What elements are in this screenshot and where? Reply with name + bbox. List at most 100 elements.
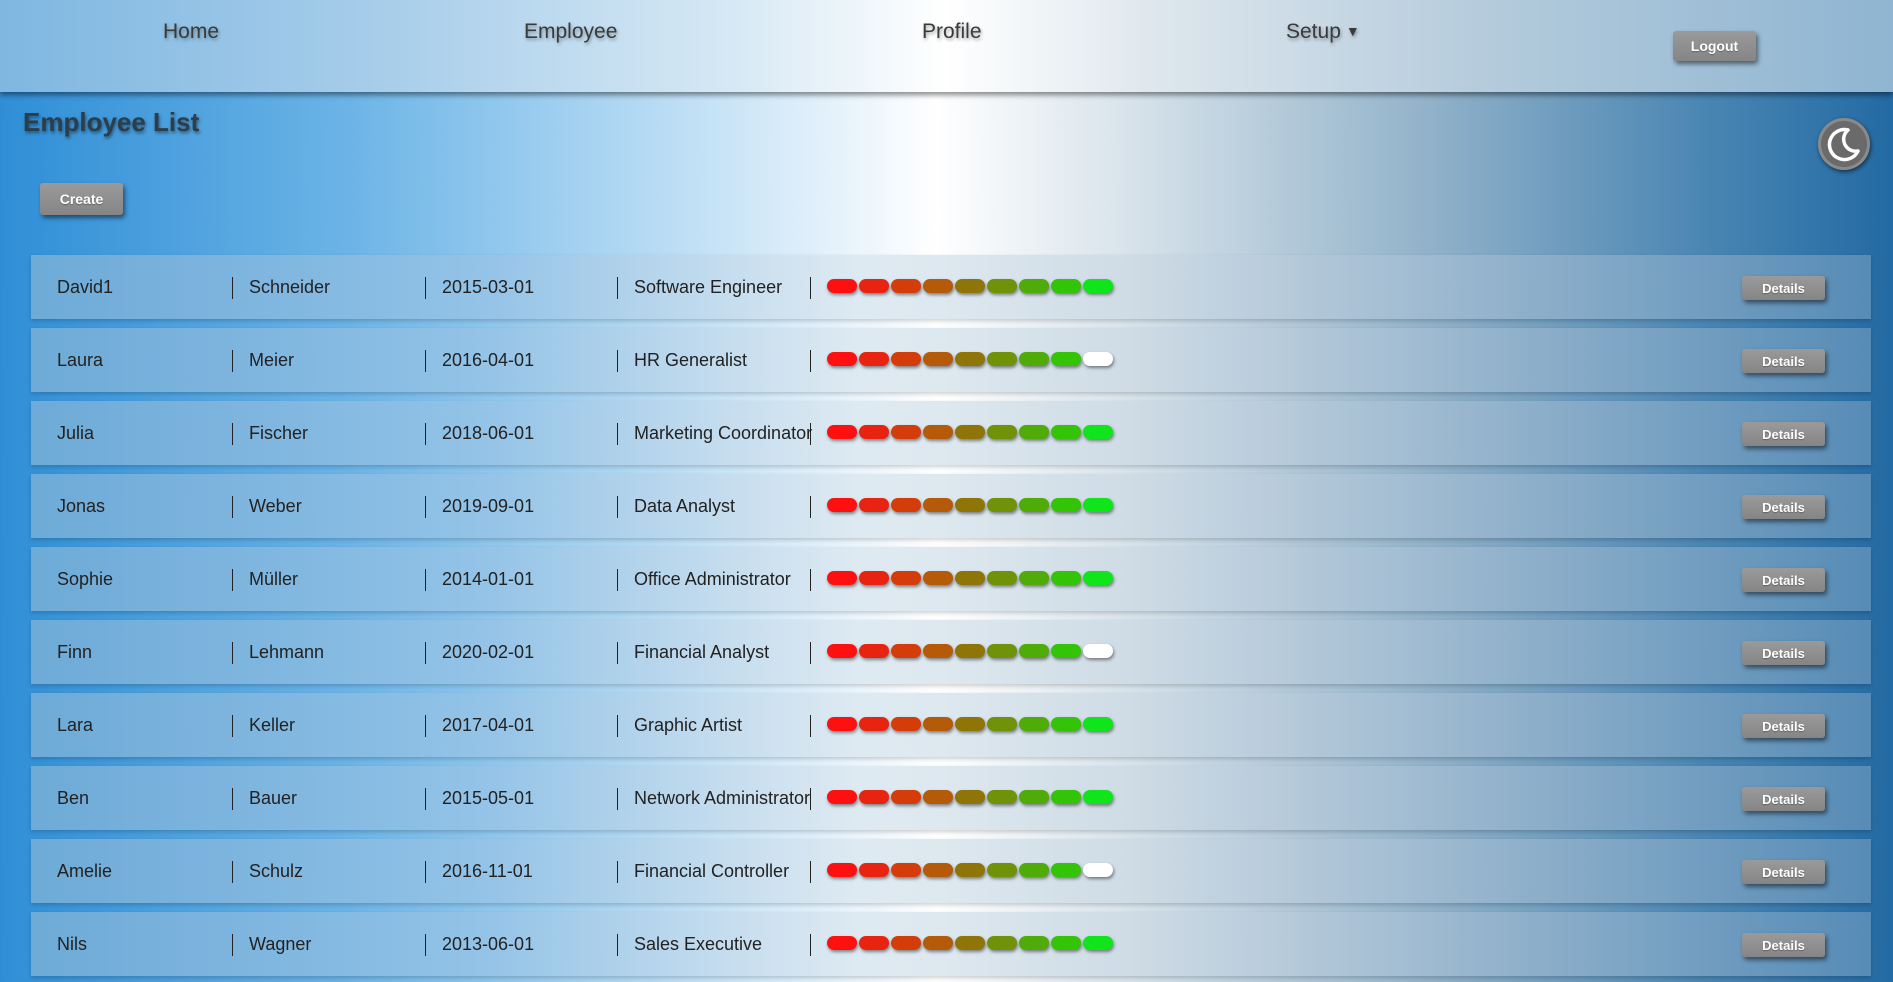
- rating-segment: [1051, 717, 1081, 731]
- details-button[interactable]: Details: [1742, 349, 1825, 373]
- rating-segment: [1051, 790, 1081, 804]
- rating-segment: [859, 425, 889, 439]
- job-title-cell: Financial Controller: [634, 861, 790, 881]
- rating-segment: [955, 936, 985, 950]
- rating-segment: [827, 644, 857, 658]
- column-divider: [425, 277, 426, 299]
- column-divider: [617, 642, 618, 664]
- rating-segment: [1083, 571, 1113, 585]
- rating-segment: [1019, 790, 1049, 804]
- column-divider: [232, 861, 233, 883]
- rating-segment: [859, 571, 889, 585]
- column-divider: [617, 934, 618, 956]
- column-divider: [810, 788, 811, 810]
- details-button[interactable]: Details: [1742, 276, 1825, 300]
- rating-segment: [1083, 352, 1113, 366]
- rating-segment: [859, 717, 889, 731]
- rating-segment: [955, 790, 985, 804]
- rating-segment: [891, 425, 921, 439]
- rating-segment: [987, 352, 1017, 366]
- rating-segment: [987, 644, 1017, 658]
- rating-segment: [1051, 644, 1081, 658]
- nav-home[interactable]: Home: [163, 20, 219, 44]
- details-button[interactable]: Details: [1742, 495, 1825, 519]
- rating-segment: [987, 571, 1017, 585]
- rating-segment: [827, 571, 857, 585]
- rating-segment: [1083, 790, 1113, 804]
- column-divider: [232, 715, 233, 737]
- rating-bar: [827, 571, 1115, 587]
- rating-segment: [1019, 425, 1049, 439]
- rating-segment: [1019, 571, 1049, 585]
- details-button[interactable]: Details: [1742, 714, 1825, 738]
- rating-segment: [955, 571, 985, 585]
- rating-segment: [1019, 279, 1049, 293]
- column-divider: [425, 642, 426, 664]
- column-divider: [810, 496, 811, 518]
- rating-segment: [955, 425, 985, 439]
- table-row: Julia Fischer 2018-06-01 Marketing Coordina…: [31, 401, 1871, 465]
- first-name-cell: Sophie: [57, 569, 114, 589]
- first-name-cell: Nils: [57, 934, 87, 954]
- rating-segment: [923, 936, 953, 950]
- rating-segment: [859, 790, 889, 804]
- rating-segment: [1019, 352, 1049, 366]
- last-name-cell: Wagner: [249, 934, 312, 954]
- last-name-cell: Schneider: [249, 277, 331, 297]
- rating-segment: [891, 279, 921, 293]
- page-title: Employee List: [23, 107, 200, 137]
- first-name-cell: Finn: [57, 642, 93, 662]
- nav-setup[interactable]: Setup ▼: [1286, 20, 1360, 44]
- rating-segment: [987, 936, 1017, 950]
- start-date-cell: 2016-04-01: [442, 350, 535, 370]
- rating-segment: [1083, 279, 1113, 293]
- column-divider: [617, 861, 618, 883]
- table-row: Nils Wagner 2013-06-01 Sales Executive Detai…: [31, 912, 1871, 976]
- details-button[interactable]: Details: [1742, 860, 1825, 884]
- column-divider: [232, 642, 233, 664]
- rating-segment: [1083, 863, 1113, 877]
- logout-button[interactable]: Logout: [1673, 31, 1756, 61]
- column-divider: [810, 861, 811, 883]
- rating-segment: [923, 863, 953, 877]
- rating-bar: [827, 936, 1115, 952]
- first-name-cell: Lara: [57, 715, 94, 735]
- job-title-cell: Software Engineer: [634, 277, 783, 297]
- theme-toggle-button[interactable]: [1818, 118, 1870, 170]
- start-date-cell: 2016-11-01: [442, 861, 533, 881]
- start-date-cell: 2019-09-01: [442, 496, 535, 516]
- rating-bar: [827, 644, 1115, 660]
- rating-segment: [1083, 936, 1113, 950]
- rating-segment: [1083, 644, 1113, 658]
- column-divider: [617, 277, 618, 299]
- column-divider: [617, 788, 618, 810]
- table-row: David1 Schneider 2015-03-01 Software Engine…: [31, 255, 1871, 319]
- column-divider: [425, 423, 426, 445]
- first-name-cell: Ben: [57, 788, 90, 808]
- rating-segment: [955, 498, 985, 512]
- rating-segment: [1083, 425, 1113, 439]
- create-button[interactable]: Create: [40, 183, 123, 215]
- details-button[interactable]: Details: [1742, 787, 1825, 811]
- nav-employee[interactable]: Employee: [524, 20, 617, 44]
- start-date-cell: 2015-05-01: [442, 788, 535, 808]
- rating-segment: [1019, 498, 1049, 512]
- column-divider: [810, 350, 811, 372]
- column-divider: [425, 569, 426, 591]
- rating-segment: [827, 425, 857, 439]
- rating-segment: [987, 790, 1017, 804]
- rating-bar: [827, 425, 1115, 441]
- details-button[interactable]: Details: [1742, 641, 1825, 665]
- rating-segment: [987, 498, 1017, 512]
- rating-segment: [1019, 644, 1049, 658]
- details-button[interactable]: Details: [1742, 933, 1825, 957]
- rating-segment: [987, 279, 1017, 293]
- rating-segment: [827, 498, 857, 512]
- nav-profile[interactable]: Profile: [922, 20, 982, 44]
- details-button[interactable]: Details: [1742, 422, 1825, 446]
- rating-segment: [1083, 717, 1113, 731]
- column-divider: [232, 788, 233, 810]
- details-button[interactable]: Details: [1742, 568, 1825, 592]
- rating-segment: [859, 498, 889, 512]
- first-name-cell: Julia: [57, 423, 95, 443]
